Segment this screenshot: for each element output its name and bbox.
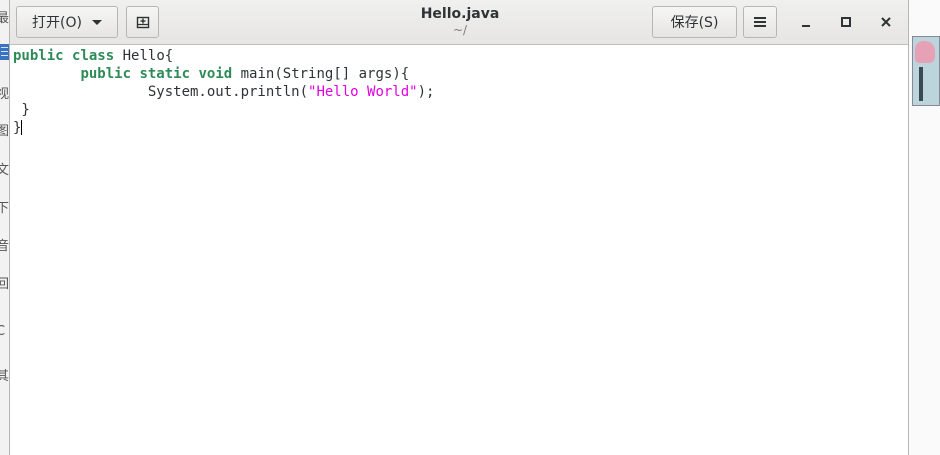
code-text: Hello{ (114, 48, 174, 64)
minimize-icon (802, 25, 810, 27)
code-text: } (13, 102, 30, 118)
open-button-label: 打开(O) (32, 15, 82, 31)
code-line: public class Hello{ (13, 47, 434, 65)
background-text: 图 (0, 124, 10, 139)
open-button[interactable]: 打开(O) (16, 6, 118, 38)
background-text: 其 (0, 369, 10, 384)
background-text: 下 (0, 201, 10, 216)
save-button[interactable]: 保存(S) (652, 6, 737, 38)
minimize-button[interactable] (792, 8, 820, 36)
code-view[interactable]: public class Hello{ public static void m… (13, 47, 434, 137)
background-text: 最 (0, 11, 10, 26)
background-text: 视 (0, 87, 10, 102)
close-icon (881, 17, 891, 27)
new-document-button[interactable] (126, 6, 159, 38)
code-text: } (13, 120, 22, 136)
string-literal: "Hello World" (308, 84, 418, 100)
close-button[interactable] (872, 8, 900, 36)
new-document-icon (136, 16, 149, 29)
editor-window: 打开(O) Hello.java ~/ 保存(S) public class H… (9, 0, 909, 455)
background-text: 音 (0, 239, 10, 254)
grid-icon (0, 44, 9, 60)
code-line: } (13, 119, 434, 137)
code-text: ); (417, 84, 435, 100)
maximize-icon (841, 17, 851, 27)
code-line: System.out.println("Hello World"); (13, 83, 435, 101)
background-text: 文 (0, 163, 10, 178)
background-text: 回 (0, 277, 10, 292)
code-text: main(String[] args){ (232, 66, 410, 82)
window-title: Hello.java (420, 6, 500, 22)
chevron-down-icon (91, 19, 102, 25)
window-title-area: Hello.java ~/ (360, 6, 560, 37)
background-text: C (0, 324, 6, 339)
text-cursor (21, 120, 23, 135)
keyword: public (13, 48, 64, 64)
code-line: public static void main(String[] args){ (13, 65, 434, 83)
background-desktop (909, 0, 940, 455)
keyword: public (80, 66, 132, 82)
code-text: System.out.println( (13, 84, 309, 100)
maximize-button[interactable] (832, 8, 860, 36)
keyword: class (72, 48, 115, 64)
hamburger-menu-icon (754, 17, 766, 27)
menu-button[interactable] (743, 6, 777, 38)
code-line: } (13, 101, 434, 119)
keyword: static (139, 66, 191, 82)
wallpaper-thumbnail (912, 36, 940, 106)
window-subtitle: ~/ (452, 23, 468, 37)
keyword: void (198, 66, 233, 82)
text-editor-area[interactable]: public class Hello{ public static void m… (10, 45, 908, 455)
header-bar: 打开(O) Hello.java ~/ 保存(S) (10, 0, 908, 45)
